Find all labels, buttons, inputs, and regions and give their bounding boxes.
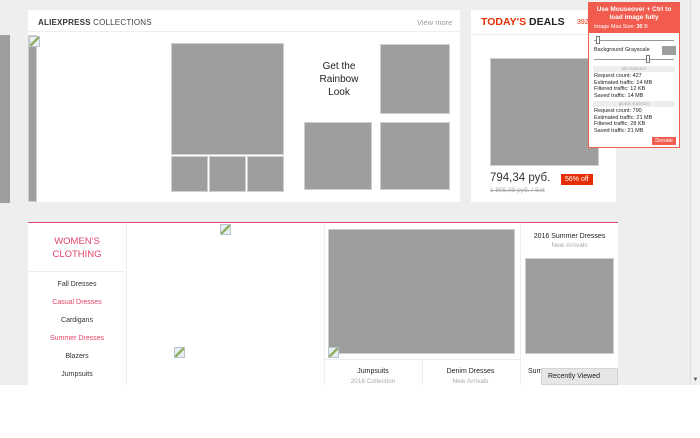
collection-main-image[interactable]	[171, 43, 284, 155]
image-loader-extension-popup: Use Mouseover + Ctrl to load image fully…	[588, 2, 680, 148]
collection-image-right-bottom[interactable]	[380, 122, 450, 190]
summer-dresses-title[interactable]: 2016 Summer Dresses	[521, 233, 618, 240]
banner-broken-image-top	[220, 224, 231, 235]
jumpsuits-image[interactable]	[328, 229, 515, 354]
jumpsuits-title[interactable]: Jumpsuits	[328, 368, 418, 375]
jumpsuits-subtitle: 2016 Collection	[350, 378, 396, 385]
menu-fall-dresses[interactable]: Fall Dresses	[28, 281, 126, 288]
collection-thumb-3[interactable]	[247, 156, 284, 192]
banner-broken-image-bottom	[174, 347, 185, 358]
max-size-slider-handle[interactable]	[596, 35, 600, 44]
page-canvas: ALIEXPRESS COLLECTIONS View more Get the…	[0, 0, 700, 385]
tab-stat-saved: Saved traffic: 14 MB	[594, 92, 644, 99]
global-stat-saved: Saved traffic: 21 MB	[594, 127, 644, 134]
denim-dresses-title[interactable]: Denim Dresses	[423, 368, 518, 375]
vertical-scrollbar[interactable]: ▼	[690, 0, 700, 385]
menu-summer-dresses[interactable]: Summer Dresses	[28, 335, 126, 342]
womens-clothing-section: WOMEN'S CLOTHING Fall Dresses Casual Dres…	[28, 222, 618, 385]
denim-dresses-subtitle: New Arrivals	[452, 378, 489, 385]
view-more-link[interactable]: View more	[417, 18, 452, 27]
grayscale-slider-handle[interactable]	[646, 55, 650, 63]
rainbow-look-promo[interactable]: Get the Rainbow Look	[311, 60, 367, 99]
max-size-slider[interactable]	[594, 35, 674, 45]
deals-title: TODAY'S DEALS	[481, 16, 565, 28]
grayscale-slider[interactable]	[594, 54, 674, 64]
menu-casual-dresses[interactable]: Casual Dresses	[28, 299, 126, 306]
jumpsuits-broken-image	[328, 347, 339, 358]
donate-button[interactable]: Donate	[652, 137, 676, 145]
left-banner-image[interactable]	[0, 35, 10, 203]
collection-thumb-1[interactable]	[171, 156, 208, 192]
collection-broken-image	[29, 36, 40, 47]
collection-left-strip[interactable]	[28, 35, 37, 202]
max-size-row: Image Max.Size: 30 B	[589, 24, 679, 33]
scroll-down-arrow-icon[interactable]: ▼	[692, 376, 699, 384]
menu-jumpsuits[interactable]: Jumpsuits	[28, 371, 126, 378]
deals-count: 392	[577, 19, 589, 26]
summer-dresses-image[interactable]	[525, 258, 614, 354]
deal-product-image[interactable]	[490, 58, 599, 166]
collection-thumb-2[interactable]	[209, 156, 246, 192]
deal-discount-badge: 56% off	[561, 174, 593, 185]
menu-blazers[interactable]: Blazers	[28, 353, 126, 360]
menu-cardigans[interactable]: Cardigans	[28, 317, 126, 324]
background-grayscale-label: Background Grayscale	[589, 45, 679, 55]
collection-image-right-top[interactable]	[380, 44, 450, 114]
collections-title: ALIEXPRESS COLLECTIONS	[38, 18, 152, 27]
deal-old-price: 1 805,98 руб. / Set	[490, 187, 545, 194]
womens-title[interactable]: WOMEN'S CLOTHING	[28, 235, 126, 261]
popup-header: Use Mouseover + Ctrl to load image fully	[589, 3, 679, 24]
tab-statistics-label: tab statistics	[593, 66, 675, 72]
collections-panel: ALIEXPRESS COLLECTIONS View more Get the…	[28, 10, 460, 202]
deal-price: 794,34 руб.	[490, 172, 551, 184]
collection-image-mid-bottom[interactable]	[304, 122, 372, 190]
recently-viewed-tab[interactable]: Recently Viewed	[541, 368, 618, 385]
summer-dresses-subtitle: New Arrivals	[551, 242, 588, 249]
global-statistics-label: global statistics	[593, 101, 675, 107]
